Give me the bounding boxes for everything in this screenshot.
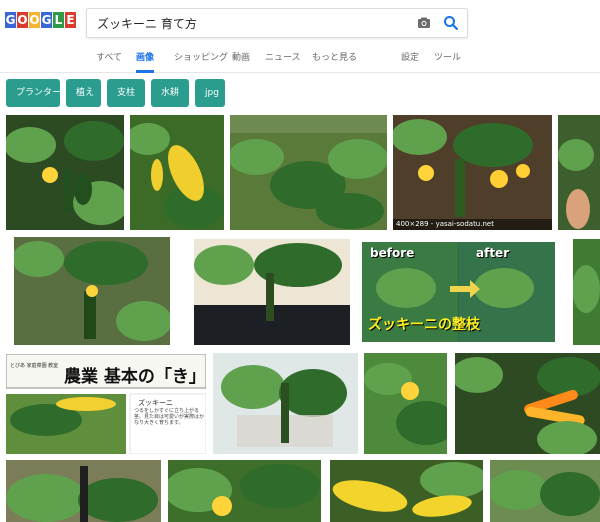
zucchini-image [14,237,170,345]
image-result[interactable] [130,115,224,230]
chip-hydroponic[interactable]: 水耕 [151,79,189,107]
zucchini-image [6,115,124,230]
image-result[interactable] [194,239,350,345]
search-box[interactable]: ズッキーニ 育て方 [86,8,468,38]
logo-letter: L [53,12,64,28]
yellow-zucchini-image [330,460,483,522]
zucchini-image [393,115,552,230]
image-result[interactable] [573,239,600,345]
pruning-title: ズッキーニの整枝 [368,317,480,333]
image-result[interactable] [168,460,321,522]
zucchini-planter-image [213,353,358,454]
image-result[interactable] [230,115,387,230]
image-result[interactable]: とびあ 家庭菜園 教室 農業 基本の「き」 ズッキーニ つるをしかすぐに立ち上が… [6,354,206,454]
image-result[interactable] [364,353,447,454]
image-result[interactable] [330,460,483,522]
chip-jpg[interactable]: jpg [195,79,225,107]
image-result[interactable] [558,115,600,230]
tab-all[interactable]: すべて [96,50,122,70]
zucchini-image [194,239,350,345]
image-result[interactable]: 400×289 - yasai-sodatu.net [393,115,552,230]
image-result[interactable] [490,460,600,522]
related-chips: プランター 植え 支柱 水耕 jpg [6,79,225,109]
zucchini-image [573,239,600,345]
farm-label-small: とびあ 家庭菜園 教室 [10,363,59,369]
tab-shopping[interactable]: ショッピング [174,50,228,70]
zucchini-image [6,460,161,522]
zucchini-description: つるをしかすぐに立ち上がる茎。見た目は可愛いが実際はかなり大きく育ちます。 [134,408,205,426]
tab-more[interactable]: もっと見る [312,50,357,70]
tab-videos[interactable]: 動画 [232,50,250,70]
chip-planter[interactable]: プランター [6,79,61,107]
image-result[interactable] [6,115,124,230]
tab-settings[interactable]: 設定 [401,50,419,70]
image-result[interactable] [455,353,600,454]
zucchini-field-image [230,115,387,230]
zucchini-flower-image [364,353,447,454]
logo-letter: E [65,12,76,28]
logo-letter: O [17,12,28,28]
tab-images[interactable]: 画像 [136,50,155,73]
tab-news[interactable]: ニュース [265,50,301,70]
zucchini-orange-image [455,353,600,454]
image-result[interactable] [14,237,170,345]
zucchini-hand-image [558,115,600,230]
image-result[interactable] [213,353,358,454]
farm-title: 農業 基本の「き」 [64,367,206,387]
search-icon[interactable] [443,15,459,31]
image-caption: 400×289 - yasai-sodatu.net [393,219,552,230]
tabs: すべて 画像 ショッピング 動画 ニュース もっと見る 設定 ツール [92,50,492,73]
zucchini-image [130,115,224,230]
logo-letter: G [41,12,52,28]
search-input[interactable]: ズッキーニ 育て方 [97,15,197,32]
camera-icon[interactable] [417,16,431,30]
after-label: after [476,246,510,260]
before-label: before [370,246,415,260]
zucchini-label: ズッキーニ [138,399,173,407]
logo[interactable]: G O O G L E [5,12,76,28]
chip-planting[interactable]: 植え [66,79,101,107]
logo-letter: G [5,12,16,28]
image-result[interactable]: before after ズッキーニの整枝 [362,242,555,342]
tab-tools[interactable]: ツール [434,50,461,70]
chip-support[interactable]: 支柱 [107,79,145,107]
zucchini-field-image [490,460,600,522]
image-result[interactable] [6,460,161,522]
logo-letter: O [29,12,40,28]
header: G O O G L E ズッキーニ 育て方 すべて 画像 ショッピング 動画 ニ… [0,0,600,73]
zucchini-flower-image [168,460,321,522]
